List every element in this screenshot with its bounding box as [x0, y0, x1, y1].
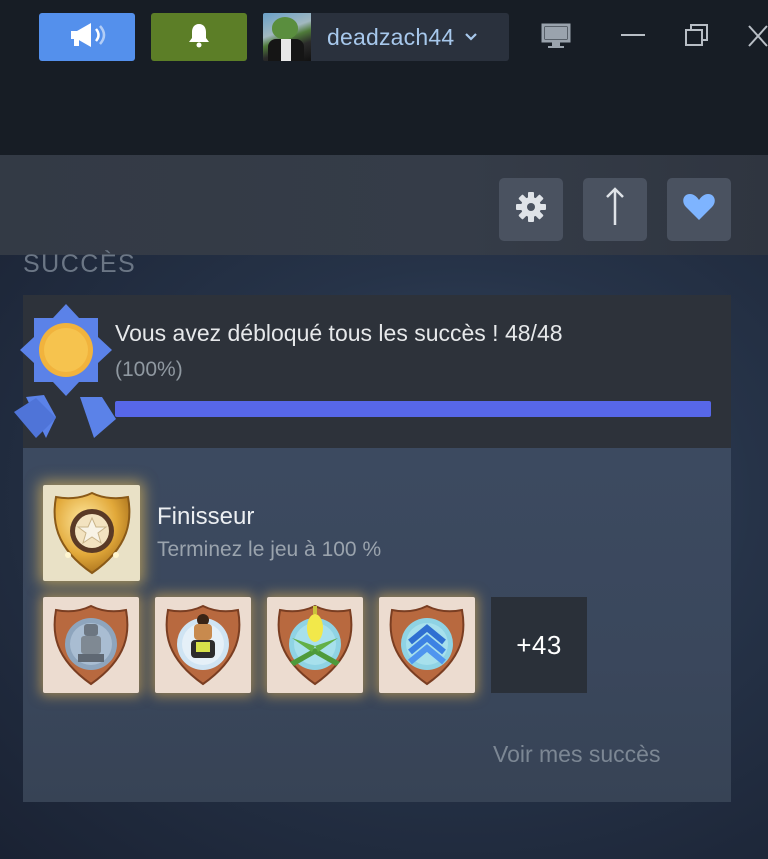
- big-picture-button[interactable]: [540, 22, 572, 55]
- achievement-icon-statue[interactable]: [43, 597, 139, 693]
- favorite-button[interactable]: [667, 178, 731, 241]
- upload-button[interactable]: [583, 178, 647, 241]
- minimize-button[interactable]: [618, 22, 648, 55]
- section-title: SUCCÈS: [23, 250, 137, 278]
- achievement-icon-plant[interactable]: [267, 597, 363, 693]
- unlocked-percent-text: (100%): [115, 358, 183, 381]
- featured-achievement-name: Finisseur: [157, 503, 255, 530]
- announcements-button[interactable]: [39, 13, 135, 61]
- username-label: deadzach44: [327, 23, 455, 50]
- close-icon: [746, 22, 768, 55]
- settings-button[interactable]: [499, 178, 563, 241]
- achievement-icon-chevrons[interactable]: [379, 597, 475, 693]
- notifications-button[interactable]: [151, 13, 247, 61]
- award-rosette-icon: [12, 300, 122, 440]
- bell-icon: [187, 22, 211, 53]
- minimize-icon: [618, 22, 648, 55]
- heart-icon: [682, 192, 716, 227]
- close-button[interactable]: [746, 22, 768, 55]
- arrow-up-icon: [601, 185, 629, 234]
- achievement-progress-bar: [115, 401, 711, 417]
- view-my-achievements-link[interactable]: Voir mes succès: [493, 741, 660, 768]
- user-menu-button[interactable]: deadzach44: [263, 13, 509, 61]
- restore-button[interactable]: [682, 22, 712, 55]
- more-achievements-count[interactable]: +43: [491, 597, 587, 693]
- achievement-progress-fill: [115, 401, 711, 417]
- featured-achievement-description: Terminez le jeu à 100 %: [157, 538, 382, 561]
- featured-achievement-icon[interactable]: [43, 485, 140, 581]
- monitor-icon: [540, 22, 572, 55]
- megaphone-icon: [65, 20, 109, 55]
- unlocked-summary-text: Vous avez débloqué tous les succès ! 48/…: [115, 320, 563, 346]
- avatar: [263, 13, 311, 61]
- gear-icon: [514, 190, 548, 229]
- achievement-icon-character[interactable]: [155, 597, 251, 693]
- chevron-down-icon: [464, 32, 478, 42]
- game-header-bar: [0, 155, 768, 255]
- restore-icon: [682, 22, 712, 55]
